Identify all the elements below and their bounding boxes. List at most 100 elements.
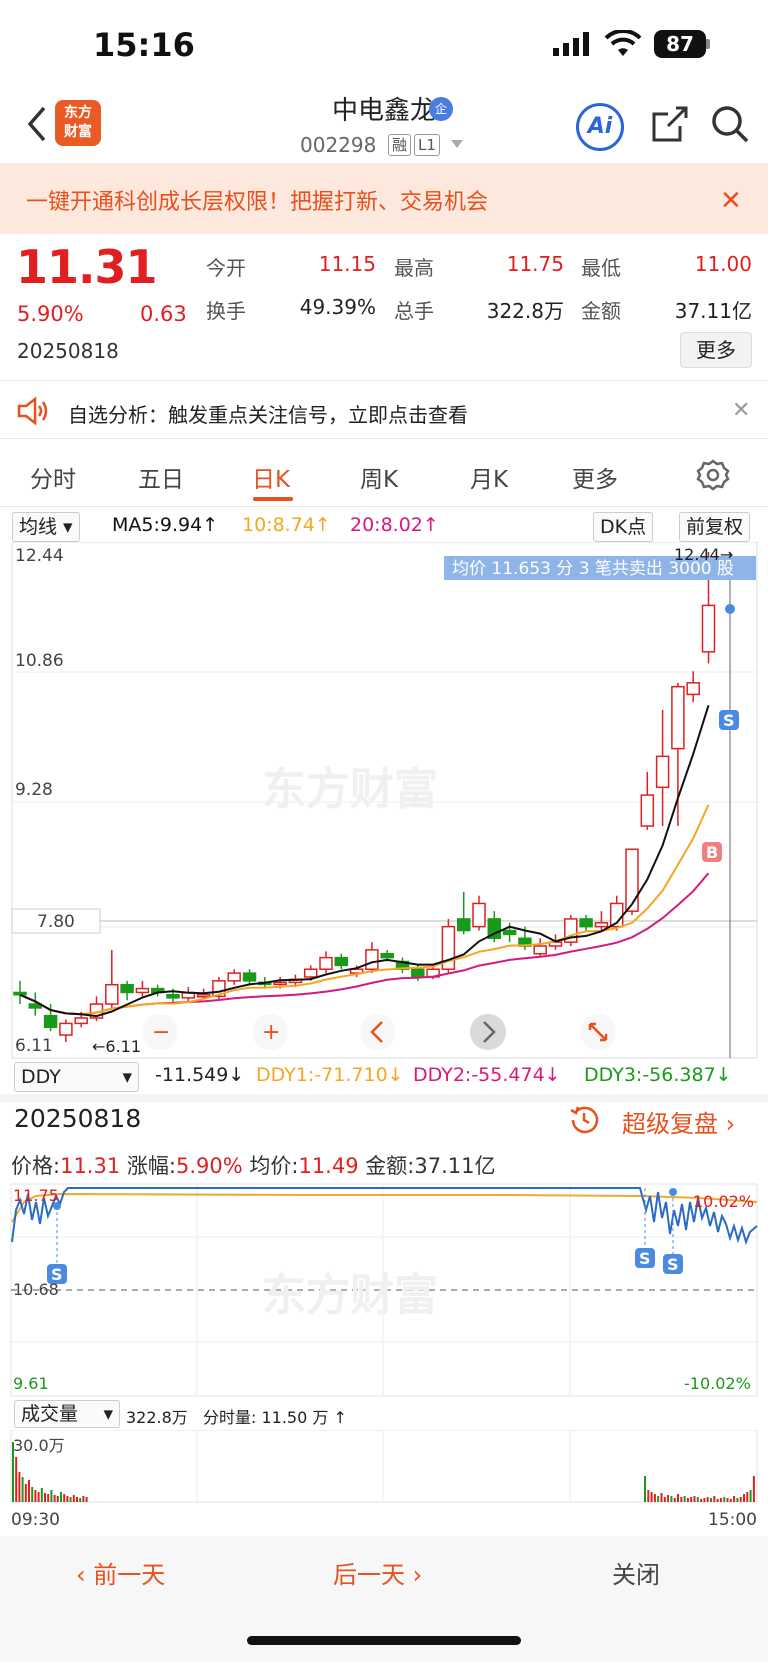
amount-label: 金额 (581, 299, 621, 323)
turnover-label: 换手 (206, 299, 246, 323)
candle-body (227, 972, 241, 982)
analysis-notice[interactable]: 自选分析：触发重点关注信号，立即点击查看 (68, 399, 468, 428)
candle-body (242, 972, 257, 982)
tab-monthly-k[interactable]: 月K (470, 460, 508, 494)
volume-bar (44, 1493, 46, 1502)
volume-bar (736, 1498, 739, 1502)
kline-chart[interactable]: 东方财富 12.44 10.86 9.28 7.80 6.11 均价 11.65… (0, 542, 768, 1060)
time-end: 15:00 (708, 1510, 757, 1530)
svg-text:S: S (639, 1249, 651, 1268)
ddy3-value: DDY3:-56.387↓ (584, 1064, 732, 1086)
volume-bar (713, 1496, 716, 1502)
candle-body (640, 794, 655, 827)
watermark: 东方财富 (262, 764, 438, 815)
candle-body (380, 953, 394, 959)
svg-text:S: S (667, 1255, 679, 1274)
volume-value: 322.8万 (486, 299, 564, 323)
promo-banner-text[interactable]: 一键开通科创成长层权限！把握打新、交易机会 (26, 184, 488, 216)
volume-bar (40, 1488, 43, 1502)
watermark: 东方财富 (262, 1270, 438, 1321)
tab-intraday[interactable]: 分时 (30, 460, 76, 494)
super-replay-link[interactable]: 超级复盘 › (622, 1104, 735, 1139)
ddy-selector[interactable]: DDY ▾ (14, 1062, 139, 1092)
volume-bar (56, 1496, 59, 1502)
more-button[interactable]: 更多 (680, 332, 752, 368)
candle-body (456, 918, 471, 932)
volume-bar (34, 1490, 37, 1502)
adjust-selector[interactable]: 前复权 (679, 512, 751, 542)
high-label: 最高 (394, 256, 434, 280)
y-label-top: 12.44 (15, 546, 64, 566)
open-value: 11.15 (318, 252, 376, 276)
candle-body (319, 956, 333, 970)
volume-bar (696, 1497, 699, 1502)
wifi-icon (604, 30, 642, 56)
pan-left-button[interactable] (360, 1014, 396, 1050)
candle-body (334, 956, 349, 967)
share-icon[interactable] (650, 104, 690, 144)
volume-bar (752, 1476, 755, 1502)
ddy-value: -11.549↓ (155, 1064, 245, 1086)
history-icon[interactable] (568, 1104, 600, 1136)
intraday-date: 20250818 (14, 1104, 142, 1133)
tab-underline (253, 497, 293, 501)
tab-weekly-k[interactable]: 周K (360, 460, 398, 494)
volume-bar (18, 1472, 21, 1502)
candle-body (135, 987, 150, 994)
candle-body (502, 929, 517, 936)
volume-bar (683, 1496, 686, 1502)
candle-body (13, 991, 27, 996)
volume-selector[interactable]: 成交量 ▾ (14, 1400, 120, 1428)
volume-bar (743, 1494, 745, 1502)
candle-body (166, 994, 180, 999)
volume-bar (726, 1498, 729, 1502)
tab-daily-k[interactable]: 日K (252, 460, 290, 494)
dk-point-selector[interactable]: DK点 (593, 512, 654, 542)
stock-code: 002298 (300, 133, 377, 157)
tab-five-day[interactable]: 五日 (138, 460, 184, 494)
volume-bar (690, 1497, 693, 1502)
volume-bar (21, 1477, 24, 1502)
volume-bar (653, 1494, 656, 1502)
ai-assistant-button[interactable]: Ai (576, 103, 624, 151)
volume-bar (693, 1496, 696, 1502)
volume-bar (719, 1498, 722, 1502)
search-icon[interactable] (710, 104, 750, 144)
close-button[interactable]: 关闭 (612, 1555, 660, 1590)
volume-bar (670, 1496, 673, 1502)
intraday-y-bottom: 9.61 (13, 1374, 49, 1393)
y-label-2: 10.86 (15, 651, 64, 671)
indicator-selector[interactable]: 均线 ▾ (12, 512, 80, 542)
volume-bar (37, 1492, 40, 1502)
volume-bar (82, 1496, 85, 1502)
gear-icon[interactable] (696, 458, 730, 492)
amount-value: 37.11亿 (674, 299, 752, 323)
volume-bar (53, 1495, 56, 1502)
y-label-4: 7.80 (37, 912, 75, 932)
close-icon[interactable]: ✕ (720, 186, 742, 216)
candle-body (43, 1014, 58, 1029)
volume-bar (24, 1484, 27, 1502)
candle-body (120, 983, 134, 994)
volume-bar (729, 1499, 732, 1502)
intraday-chart[interactable]: 东方财富 S S S 11.75 10.68 9.61 10.02% -10.0… (0, 1182, 768, 1398)
svg-text:−: − (152, 1020, 170, 1045)
volume-bar (677, 1494, 679, 1502)
candle-body (74, 1017, 88, 1025)
volume-bar (12, 1442, 14, 1502)
open-label: 今开 (206, 256, 246, 280)
y-label-3: 9.28 (15, 780, 53, 800)
tab-more[interactable]: 更多 (572, 460, 618, 494)
volume-bar (76, 1497, 78, 1502)
chevron-down-icon[interactable] (451, 140, 463, 148)
next-day-button[interactable]: 后一天 › (333, 1555, 422, 1590)
candle-body (303, 968, 318, 978)
low-marker: ←6.11 (92, 1037, 141, 1056)
pan-right-button[interactable] (470, 1014, 506, 1050)
volume-bar (63, 1494, 66, 1502)
close-icon[interactable]: ✕ (732, 398, 750, 423)
volume-bar (746, 1492, 749, 1502)
prev-day-button[interactable]: ‹ 前一天 (76, 1555, 165, 1590)
candle-body (579, 918, 593, 928)
enterprise-badge: 企 (429, 97, 453, 121)
